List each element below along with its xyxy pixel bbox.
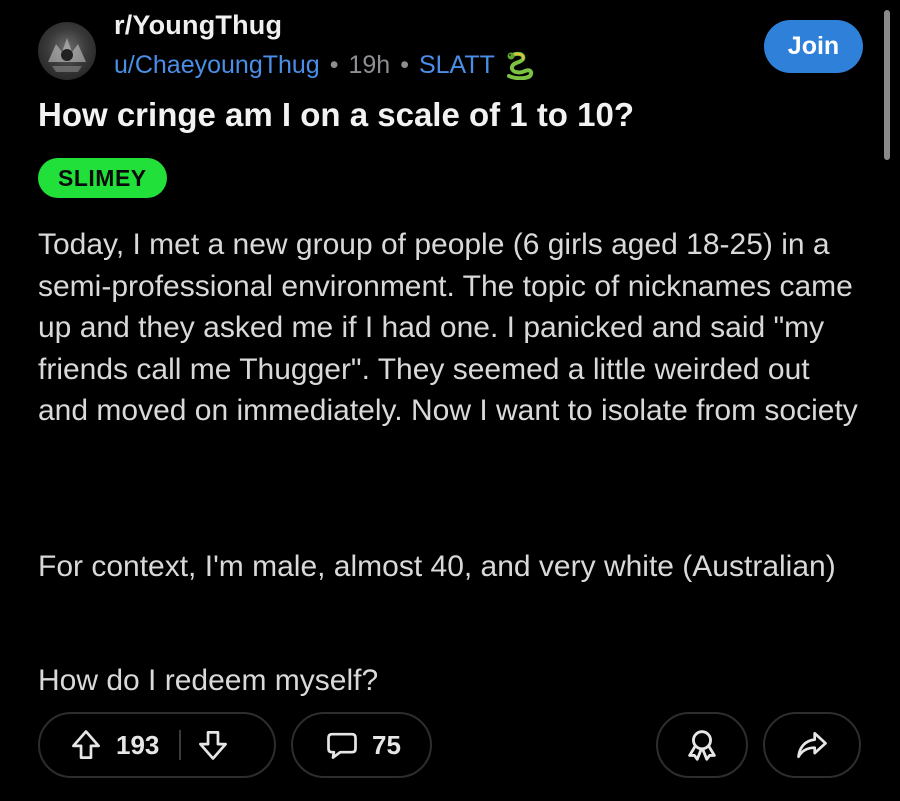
share-icon [792, 725, 832, 765]
meta-separator: • [400, 50, 409, 79]
post-view: r/YoungThug u/ChaeyoungThug • 19h • SLAT… [0, 0, 900, 801]
award-button[interactable] [656, 712, 748, 778]
subreddit-avatar[interactable] [38, 22, 96, 80]
post-meta: u/ChaeyoungThug • 19h • SLATT [114, 50, 537, 80]
upvote-icon[interactable] [66, 725, 106, 765]
comment-icon [322, 725, 362, 765]
vote-control: 193 [38, 712, 276, 778]
vote-divider [179, 730, 182, 760]
upvote-count: 193 [116, 729, 160, 760]
share-button[interactable] [763, 712, 861, 778]
subreddit-name[interactable]: r/YoungThug [114, 10, 282, 41]
user-flair: SLATT [418, 50, 495, 79]
comment-count: 75 [372, 729, 401, 760]
join-button[interactable]: Join [764, 20, 863, 73]
meta-separator: • [329, 50, 339, 79]
award-icon [682, 725, 722, 765]
comments-button[interactable]: 75 [291, 712, 432, 778]
post-body-paragraph: How do I redeem myself? [38, 664, 379, 697]
author-username[interactable]: u/ChaeyoungThug [114, 51, 320, 80]
snake-icon [503, 50, 537, 80]
downvote-icon[interactable] [193, 725, 233, 765]
post-body-paragraph: For context, I'm male, almost 40, and ve… [38, 550, 836, 583]
scrollbar[interactable] [884, 10, 890, 160]
post-flair-badge[interactable]: SLIMEY [38, 158, 167, 198]
post-age: 19h [348, 50, 391, 79]
post-title[interactable]: How cringe am I on a scale of 1 to 10? [38, 96, 634, 134]
post-body-paragraph: Today, I met a new group of people (6 gi… [38, 228, 858, 427]
